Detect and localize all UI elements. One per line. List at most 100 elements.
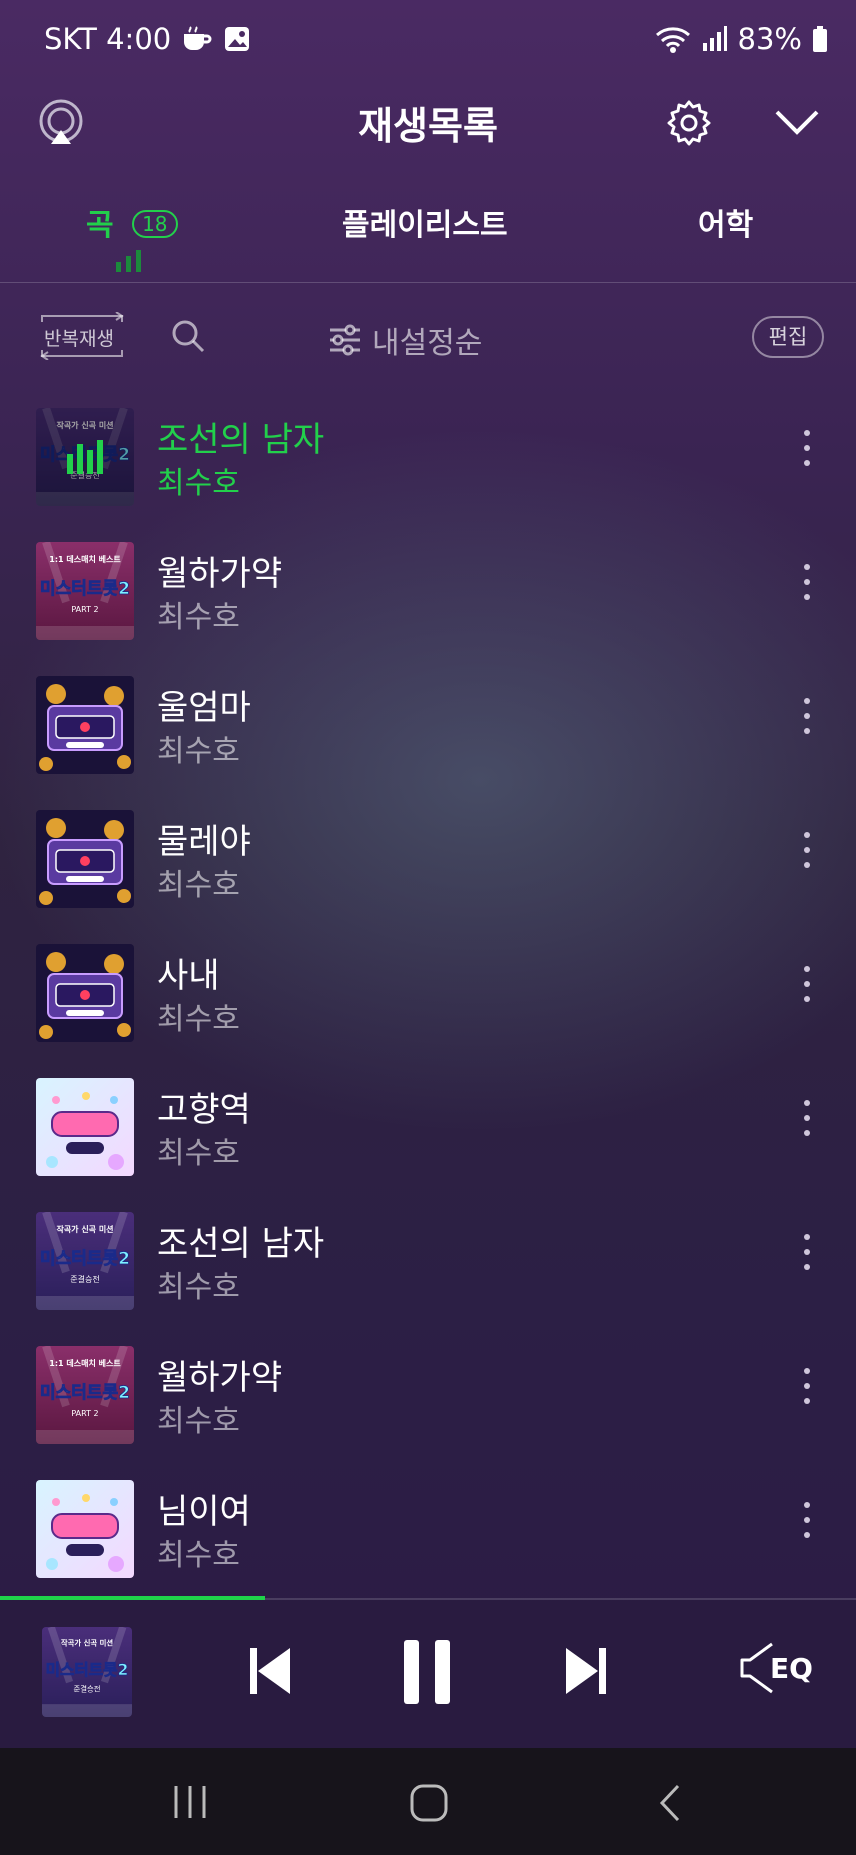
song-row[interactable]: 1:1 데스매치 베스트 미스터트롯2 PART 2 월하가약최수호 <box>0 1338 856 1472</box>
now-playing-art[interactable]: 작곡가 신곡 미션 미스터트롯2 준결승전 <box>42 1627 132 1717</box>
battery-text: 83% <box>737 22 802 56</box>
song-artist: 최수호 <box>157 1538 240 1573</box>
song-row[interactable]: 사내최수호 <box>0 936 856 1070</box>
album-art <box>36 810 134 908</box>
svg-text:PART 2: PART 2 <box>71 1409 98 1418</box>
eq-button[interactable]: EQ <box>738 1640 813 1696</box>
more-icon[interactable] <box>802 1234 812 1278</box>
repeat-button[interactable]: 반복재생 <box>34 312 130 360</box>
more-icon[interactable] <box>802 1100 812 1144</box>
svg-text:1:1 데스매치 베스트: 1:1 데스매치 베스트 <box>49 1358 121 1368</box>
tab-songs[interactable]: 곡 18 <box>86 200 178 272</box>
more-icon[interactable] <box>802 966 812 1010</box>
sliders-icon <box>328 324 362 356</box>
back-icon[interactable] <box>658 1784 682 1822</box>
edit-label: 편집 <box>768 325 808 349</box>
gear-icon[interactable] <box>664 98 714 148</box>
eq-label: EQ <box>770 1651 813 1685</box>
repeat-label: 반복재생 <box>44 328 114 350</box>
song-row[interactable]: 작곡가 신곡 미션 미스터트롯2 준결승전 조선의 남자최수호 <box>0 1204 856 1338</box>
tab-playlist[interactable]: 플레이리스트 <box>342 200 508 244</box>
album-art <box>36 1078 134 1176</box>
song-title: 월하가약 <box>157 1358 283 1398</box>
svg-text:미스터트롯2: 미스터트롯2 <box>46 1661 129 1679</box>
signal-icon <box>702 25 728 53</box>
song-title: 조선의 남자 <box>157 1224 325 1264</box>
song-artist: 최수호 <box>157 466 240 501</box>
more-icon[interactable] <box>802 1502 812 1546</box>
svg-text:작곡가 신곡 미션: 작곡가 신곡 미션 <box>61 1638 114 1647</box>
song-title: 고향역 <box>157 1090 251 1130</box>
chevron-down-icon[interactable] <box>774 108 820 138</box>
svg-text:PART 2: PART 2 <box>71 605 98 614</box>
song-row[interactable]: 물레야최수호 <box>0 802 856 936</box>
svg-text:준결승전: 준결승전 <box>70 1274 99 1284</box>
home-icon[interactable] <box>410 1784 448 1822</box>
system-nav-bar <box>0 1748 856 1855</box>
svg-text:미스터트롯2: 미스터트롯2 <box>40 1249 130 1269</box>
song-row[interactable]: 고향역최수호 <box>0 1070 856 1204</box>
status-bar: SKT 4:00 83% <box>0 0 856 80</box>
song-artist: 최수호 <box>157 600 240 635</box>
song-artist: 최수호 <box>157 1270 240 1305</box>
next-icon[interactable] <box>564 1646 606 1696</box>
more-icon[interactable] <box>802 564 812 608</box>
tab-songs-label: 곡 <box>86 208 114 243</box>
more-icon[interactable] <box>802 1368 812 1412</box>
album-art <box>36 944 134 1042</box>
sort-label: 내설정순 <box>372 326 483 361</box>
song-title: 사내 <box>157 956 220 996</box>
eq-speaker-icon <box>738 1640 774 1696</box>
song-row[interactable]: 작곡가 신곡 미션 미스터트롯2 준결승전 조선의 남자최수호 <box>0 400 856 534</box>
sort-button[interactable]: 내설정순 <box>328 318 482 362</box>
tab-songs-badge: 18 <box>132 210 178 238</box>
song-title: 물레야 <box>157 822 251 862</box>
song-title: 월하가약 <box>157 554 283 594</box>
song-artist: 최수호 <box>157 1002 240 1037</box>
svg-text:미스터트롯2: 미스터트롯2 <box>40 579 130 599</box>
tab-bar: 곡 18 플레이리스트 어학 <box>0 170 856 280</box>
album-art <box>36 1480 134 1578</box>
song-title: 울엄마 <box>157 688 251 728</box>
more-icon[interactable] <box>802 698 812 742</box>
song-title: 님이여 <box>157 1492 251 1532</box>
album-art: 작곡가 신곡 미션 미스터트롯2 준결승전 <box>36 1212 134 1310</box>
recents-icon[interactable] <box>172 1784 208 1820</box>
tab-language[interactable]: 어학 <box>698 200 753 244</box>
more-icon[interactable] <box>802 832 812 876</box>
song-artist: 최수호 <box>157 734 240 769</box>
image-icon <box>223 25 251 53</box>
more-icon[interactable] <box>802 430 812 474</box>
now-playing-indicator-icon <box>36 408 134 506</box>
battery-icon <box>812 25 828 53</box>
album-art <box>36 676 134 774</box>
prev-icon[interactable] <box>250 1646 292 1696</box>
album-art: 1:1 데스매치 베스트 미스터트롯2 PART 2 <box>36 1346 134 1444</box>
list-toolbar: 반복재생 내설정순 편집 <box>0 300 856 380</box>
mini-player: 작곡가 신곡 미션 미스터트롯2 준결승전 EQ <box>0 1600 856 1748</box>
song-row[interactable]: 1:1 데스매치 베스트 미스터트롯2 PART 2 월하가약최수호 <box>0 534 856 668</box>
cup-icon <box>181 25 213 53</box>
song-artist: 최수호 <box>157 1136 240 1171</box>
song-artist: 최수호 <box>157 1404 240 1439</box>
divider <box>0 282 856 283</box>
svg-text:준결승전: 준결승전 <box>74 1684 101 1693</box>
svg-text:미스터트롯2: 미스터트롯2 <box>40 1383 130 1403</box>
song-artist: 최수호 <box>157 868 240 903</box>
album-art: 1:1 데스매치 베스트 미스터트롯2 PART 2 <box>36 542 134 640</box>
svg-text:1:1 데스매치 베스트: 1:1 데스매치 베스트 <box>49 554 121 564</box>
page-title: 재생목록 <box>358 104 498 148</box>
wifi-icon <box>654 24 692 54</box>
status-carrier-time: SKT 4:00 <box>44 22 172 56</box>
tab-playlist-label: 플레이리스트 <box>342 208 508 243</box>
song-title: 조선의 남자 <box>157 420 325 460</box>
search-icon[interactable] <box>170 318 206 354</box>
equalizer-indicator-icon <box>114 250 144 272</box>
pause-icon[interactable] <box>402 1640 452 1704</box>
edit-button[interactable]: 편집 <box>752 316 824 358</box>
album-art: 작곡가 신곡 미션 미스터트롯2 준결승전 <box>36 408 134 506</box>
tab-language-label: 어학 <box>698 208 754 243</box>
song-row[interactable]: 님이여최수호 <box>0 1472 856 1606</box>
svg-text:작곡가 신곡 미션: 작곡가 신곡 미션 <box>56 1224 113 1234</box>
song-row[interactable]: 울엄마최수호 <box>0 668 856 802</box>
